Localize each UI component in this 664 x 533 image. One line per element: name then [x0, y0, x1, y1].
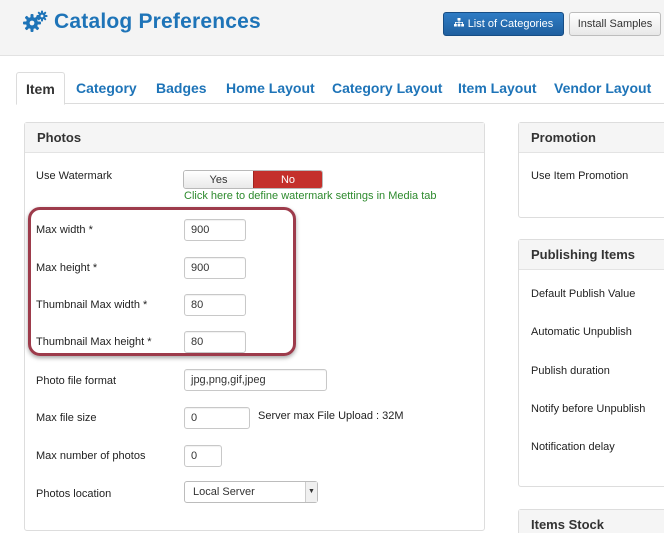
- toolbar-header: Catalog Preferences List of Categories I…: [0, 0, 664, 56]
- tab-item-layout[interactable]: Item Layout: [458, 72, 537, 104]
- tab-home-layout[interactable]: Home Layout: [226, 72, 315, 104]
- tab-item[interactable]: Item: [16, 72, 65, 105]
- tab-category-layout[interactable]: Category Layout: [332, 72, 442, 104]
- default-publish-value-label: Default Publish Value: [531, 288, 636, 300]
- photo-file-format-input[interactable]: jpg,png,gif,jpeg: [184, 369, 327, 391]
- gears-icon: [22, 10, 48, 34]
- items-stock-panel-title: Items Stock: [519, 510, 664, 533]
- promotion-panel-title: Promotion: [519, 123, 664, 153]
- watermark-toggle: Yes No: [183, 170, 323, 189]
- sitemap-icon: [453, 18, 464, 30]
- dropdown-arrow-icon: ▼: [305, 482, 317, 502]
- max-file-size-label: Max file size: [36, 412, 97, 424]
- tab-vendor-layout[interactable]: Vendor Layout: [554, 72, 651, 104]
- watermark-yes-button[interactable]: Yes: [184, 171, 253, 188]
- tab-category[interactable]: Category: [76, 72, 137, 104]
- max-number-photos-input[interactable]: 0: [184, 445, 222, 467]
- photos-panel-title: Photos: [25, 123, 484, 153]
- automatic-unpublish-label: Automatic Unpublish: [531, 326, 632, 338]
- install-samples-button[interactable]: Install Samples: [569, 12, 661, 36]
- photos-location-select[interactable]: Local Server ▼: [184, 481, 318, 503]
- max-file-size-input[interactable]: 0: [184, 407, 250, 429]
- photo-file-format-label: Photo file format: [36, 375, 117, 387]
- tab-badges[interactable]: Badges: [156, 72, 207, 104]
- notify-before-unpublish-label: Notify before Unpublish: [531, 403, 646, 415]
- photos-location-value: Local Server: [193, 486, 255, 498]
- photos-location-label: Photos location: [36, 488, 112, 500]
- page-title-group: Catalog Preferences: [22, 10, 261, 34]
- publishing-items-panel-title: Publishing Items: [519, 240, 664, 270]
- notification-delay-label: Notification delay: [531, 441, 615, 453]
- watermark-settings-link[interactable]: Click here to define watermark settings …: [184, 190, 437, 202]
- max-number-photos-label: Max number of photos: [36, 450, 146, 462]
- watermark-no-button[interactable]: No: [253, 171, 322, 188]
- publish-duration-label: Publish duration: [531, 365, 610, 377]
- items-stock-panel: Items Stock: [518, 509, 664, 533]
- list-of-categories-button[interactable]: List of Categories: [443, 12, 564, 36]
- use-watermark-label: Use Watermark: [36, 170, 112, 182]
- use-item-promotion-label: Use Item Promotion: [531, 170, 629, 182]
- highlight-annotation: [28, 207, 296, 356]
- list-of-categories-label: List of Categories: [467, 18, 554, 30]
- tab-bar: Item Category Badges Home Layout Categor…: [16, 72, 664, 105]
- server-max-upload-note: Server max File Upload : 32M: [258, 410, 404, 422]
- page-title: Catalog Preferences: [54, 10, 261, 33]
